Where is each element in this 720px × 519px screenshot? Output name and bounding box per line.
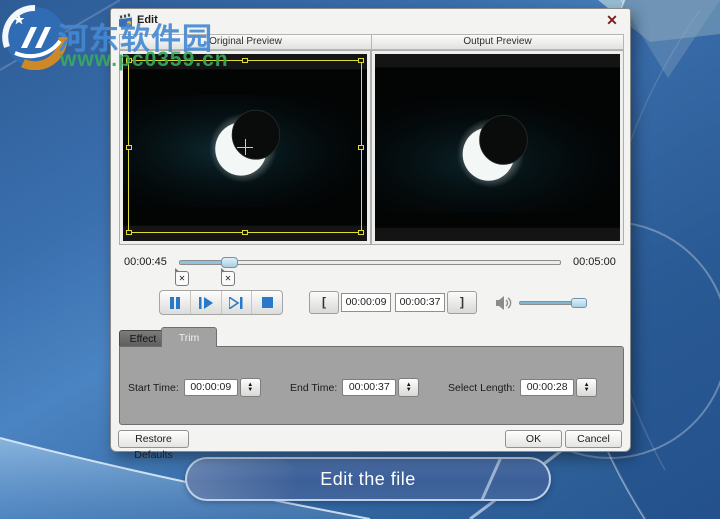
stop-icon xyxy=(261,297,273,308)
start-time-group: Start Time: 00:00:09 ▲ ▼ xyxy=(128,378,261,397)
end-time-label: End Time: xyxy=(290,381,338,394)
moon-eclipse-frame xyxy=(375,54,620,241)
crop-handle-bottom-left[interactable] xyxy=(126,230,132,235)
play-button[interactable] xyxy=(189,291,221,314)
trim-controls: [ 00:00:09 00:00:37 ] xyxy=(309,290,477,315)
trim-start-marker[interactable]: ✕ xyxy=(175,268,189,286)
spinner-down-icon[interactable]: ▼ xyxy=(247,387,253,393)
end-time-field[interactable]: 00:00:37 xyxy=(342,379,397,396)
volume-thumb[interactable] xyxy=(570,298,587,308)
pause-button[interactable] xyxy=(160,291,190,314)
start-time-field[interactable]: 00:00:09 xyxy=(183,379,238,396)
next-frame-icon xyxy=(229,296,243,309)
crop-handle-mid-right[interactable] xyxy=(358,144,364,150)
tab-trim[interactable]: Trim xyxy=(161,327,217,347)
trim-tab-panel: Start Time: 00:00:09 ▲ ▼ End Time: 00:00… xyxy=(119,346,624,425)
restore-defaults-button[interactable]: Restore Defaults xyxy=(118,430,189,461)
timeline-slider[interactable] xyxy=(179,257,561,268)
select-length-field[interactable]: 00:00:28 xyxy=(520,379,575,396)
play-icon xyxy=(198,296,213,309)
preview-headers: Original Preview Output Preview xyxy=(119,34,624,50)
spinner-down-icon[interactable]: ▼ xyxy=(406,387,412,393)
select-length-spinner[interactable]: ▲ ▼ xyxy=(576,378,598,397)
current-time-label: 00:00:45 xyxy=(124,256,167,268)
select-length-group: Select Length: 00:00:28 ▲ ▼ xyxy=(448,378,598,397)
crop-handle-top-right[interactable] xyxy=(358,58,364,63)
speaker-icon xyxy=(496,296,512,310)
crop-selection[interactable] xyxy=(126,58,364,235)
set-start-bracket-button[interactable]: [ xyxy=(309,291,339,314)
select-length-label: Select Length: xyxy=(448,381,516,394)
output-preview-header: Output Preview xyxy=(372,34,624,50)
output-preview-pane xyxy=(371,50,624,245)
volume-slider[interactable] xyxy=(519,298,587,308)
playback-controls xyxy=(159,290,283,315)
close-icon[interactable]: ✕ xyxy=(604,12,620,28)
trim-start-time-display[interactable]: 00:00:09 xyxy=(341,293,391,312)
ok-button[interactable]: OK xyxy=(505,430,562,448)
crop-handle-bottom-right[interactable] xyxy=(358,230,364,235)
timeline-thumb[interactable] xyxy=(221,257,239,268)
desktop: Edit ✕ Original Preview Output Preview 0… xyxy=(0,0,720,519)
total-time-label: 00:05:00 xyxy=(573,256,616,268)
crop-center-cross xyxy=(245,138,246,155)
caption-text: Edit the file xyxy=(320,469,416,489)
tab-effect[interactable]: Effect xyxy=(119,330,167,347)
crop-handle-top-center[interactable] xyxy=(242,58,248,63)
edit-dialog: Edit ✕ Original Preview Output Preview 0… xyxy=(110,8,631,461)
start-time-spinner[interactable]: ▲ ▼ xyxy=(239,378,261,397)
original-preview-pane xyxy=(119,50,371,245)
crop-handle-mid-left[interactable] xyxy=(126,144,132,150)
trim-end-marker[interactable]: ✕ xyxy=(221,268,235,286)
caption-banner: Edit the file xyxy=(185,457,551,501)
set-end-bracket-button[interactable]: ] xyxy=(447,291,477,314)
pause-icon xyxy=(169,296,180,309)
dialog-titlebar[interactable]: Edit ✕ xyxy=(111,9,630,33)
start-time-label: Start Time: xyxy=(128,381,179,394)
crop-handle-top-left[interactable] xyxy=(126,58,132,63)
dialog-title: Edit xyxy=(137,14,158,26)
volume-controls xyxy=(493,292,593,314)
next-frame-button[interactable] xyxy=(220,291,252,314)
original-preview-header: Original Preview xyxy=(119,34,372,50)
output-video-frame xyxy=(375,54,620,241)
trim-end-time-display[interactable]: 00:00:37 xyxy=(395,293,445,312)
spinner-down-icon[interactable]: ▼ xyxy=(584,387,590,393)
original-video-frame[interactable] xyxy=(123,54,367,241)
crop-handle-bottom-center[interactable] xyxy=(242,230,248,235)
end-time-spinner[interactable]: ▲ ▼ xyxy=(398,378,420,397)
cancel-button[interactable]: Cancel xyxy=(565,430,622,448)
end-time-group: End Time: 00:00:37 ▲ ▼ xyxy=(290,378,420,397)
stop-button[interactable] xyxy=(251,291,282,314)
edit-dialog-icon xyxy=(118,13,132,27)
